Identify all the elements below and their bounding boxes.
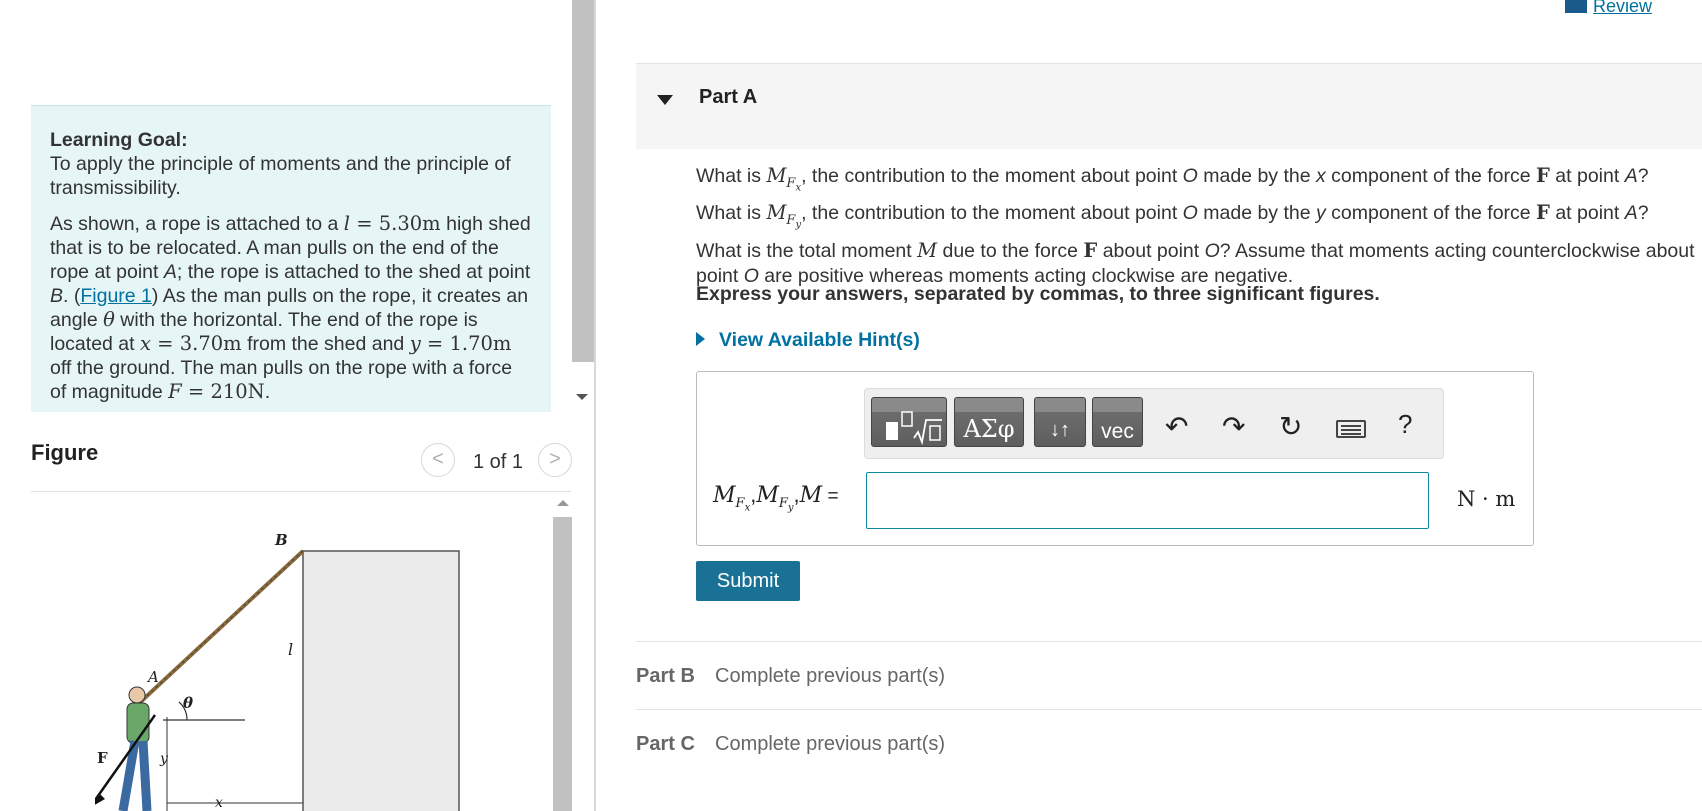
man-leg <box>138 740 152 811</box>
view-hints-toggle[interactable]: View Available Hint(s) <box>696 329 920 352</box>
figure-prev-button[interactable]: < <box>421 443 455 477</box>
part-c-label: Part C <box>636 733 695 755</box>
var-f: F <box>168 380 182 403</box>
figure-title: Figure <box>31 440 99 465</box>
question-line-1: What is MFx, the contribution to the mom… <box>696 164 1649 194</box>
book-icon <box>1565 0 1587 13</box>
part-a-header[interactable] <box>636 63 1702 149</box>
part-c-status: Complete previous part(s) <box>715 733 946 755</box>
var-theta: θ <box>103 308 115 331</box>
figure-divider <box>31 491 571 492</box>
part-b-label: Part B <box>636 665 695 687</box>
value-x: 3.70m <box>179 332 242 355</box>
arrows-icon: ↓↑ <box>1050 419 1070 441</box>
caret-down-icon[interactable] <box>657 95 673 105</box>
hint-label: View Available Hint(s) <box>719 329 920 351</box>
part-c-row[interactable]: Part C Complete previous part(s) <box>636 709 1702 777</box>
review-link[interactable]: Review <box>1565 0 1652 17</box>
var-y: y <box>409 332 421 355</box>
problem-text: . <box>264 381 271 403</box>
review-label: Review <box>1593 0 1653 16</box>
question-line-2: What is MFy, the contribution to the mom… <box>696 201 1649 231</box>
problem-text: . ( <box>63 285 81 307</box>
eq-sign: = <box>181 380 211 403</box>
label-f: F <box>97 749 108 767</box>
figure-counter: 1 of 1 <box>473 451 524 473</box>
part-b-row[interactable]: Part B Complete previous part(s) <box>636 641 1702 709</box>
redo-icon[interactable]: ↷ <box>1222 410 1245 443</box>
vec-icon: vec <box>1101 420 1134 443</box>
figure-scroll-up-arrow[interactable] <box>557 500 569 506</box>
var-x: x <box>139 332 151 355</box>
answer-unit: N · m <box>1457 487 1516 511</box>
question-line-3: What is the total moment M due to the fo… <box>696 238 1695 287</box>
force-arrowhead <box>95 793 105 805</box>
label-y: y <box>159 751 169 767</box>
problem-text: from the shed and <box>241 333 410 355</box>
value-f: 210N <box>210 380 265 403</box>
label-x: x <box>215 795 223 811</box>
label-a: A <box>146 668 159 686</box>
vec-button[interactable]: vec <box>1092 397 1143 447</box>
eq-sign: = <box>350 212 379 235</box>
left-scrollbar-thumb[interactable] <box>572 0 594 362</box>
left-panel: Learning Goal: To apply the principle of… <box>0 0 594 811</box>
greek-button[interactable]: ΑΣφ <box>954 397 1024 447</box>
value-y: 1.70m <box>449 332 512 355</box>
problem-text: As shown, a rope is attached to a <box>50 213 339 235</box>
figure-image: B l A θ F y x <box>95 531 460 811</box>
value-l: 5.30m <box>378 212 441 235</box>
left-scroll-down-arrow[interactable] <box>576 394 588 400</box>
problem-text: ; the rope is attached to the shed at po… <box>176 261 531 283</box>
learning-goal-text: To apply the principle of moments and th… <box>50 153 511 199</box>
submit-button[interactable]: Submit <box>696 561 800 601</box>
caret-right-icon <box>696 332 705 346</box>
greek-icon: ΑΣφ <box>963 415 1015 443</box>
figure-next-button[interactable]: > <box>538 443 572 477</box>
answer-input[interactable] <box>866 472 1429 529</box>
problem-text: off the ground. The man pulls on the rop… <box>50 357 513 403</box>
figure-scrollbar-thumb[interactable] <box>553 517 573 811</box>
point-b: B <box>50 285 64 307</box>
man-head <box>128 686 146 704</box>
reset-icon[interactable]: ↻ <box>1279 410 1302 443</box>
eq-sign: = <box>420 332 450 355</box>
eq-sign: = <box>150 332 180 355</box>
keyboard-icon[interactable] <box>1336 420 1366 438</box>
point-a: A <box>163 261 177 283</box>
arrows-button[interactable]: ↓↑ <box>1034 397 1086 447</box>
part-b-status: Complete previous part(s) <box>715 665 946 687</box>
problem-statement: As shown, a rope is attached to a l = 5.… <box>50 212 532 404</box>
undo-icon[interactable]: ↶ <box>1165 410 1188 443</box>
learning-goal-title: Learning Goal: <box>50 129 188 151</box>
part-a-title: Part A <box>699 86 758 108</box>
label-b: B <box>274 531 288 549</box>
answer-label: MFx,MFy,M = <box>713 482 839 514</box>
part-a-question: What is MFx, the contribution to the mom… <box>696 163 1696 289</box>
panel-divider <box>594 0 596 811</box>
learning-goal-box: Learning Goal: To apply the principle of… <box>31 105 551 412</box>
template-icon <box>886 411 942 446</box>
label-theta: θ <box>183 694 193 712</box>
label-l: l <box>288 640 293 659</box>
answer-instructions: Express your answers, separated by comma… <box>696 283 1380 305</box>
help-icon[interactable]: ? <box>1398 409 1412 440</box>
shed-rect <box>302 550 460 811</box>
figure-link[interactable]: Figure 1 <box>80 285 152 307</box>
template-button[interactable] <box>871 397 947 447</box>
